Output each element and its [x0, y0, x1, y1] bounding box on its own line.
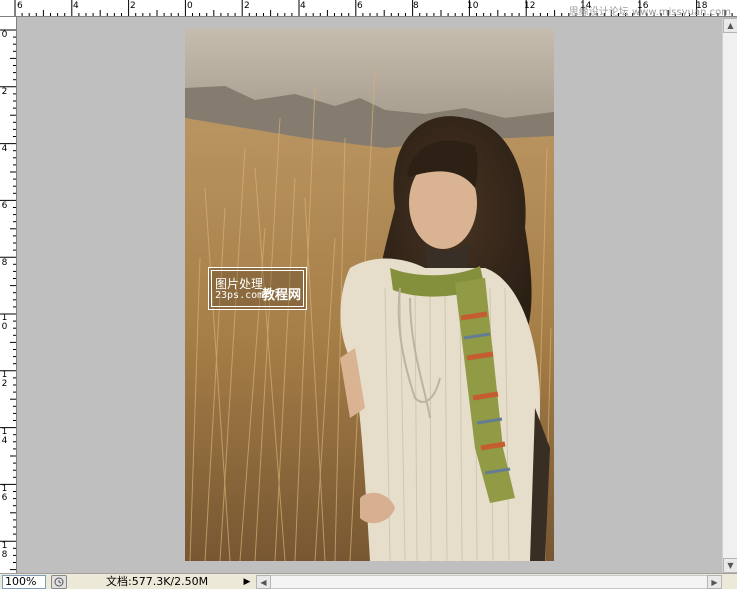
site-logo-stamp: 图片处理 23ps.com 教程网 — [208, 267, 307, 310]
scroll-right-icon[interactable]: ▶ — [707, 575, 722, 589]
ruler-top-label: 10 — [467, 1, 479, 11]
ruler-top-label: 2 — [130, 1, 136, 11]
ruler-left-label: 1 4 — [1, 427, 8, 446]
status-bar: 100% 文档:577.3K/2.50M ▶ ◀ ▶ — [0, 573, 737, 589]
ruler-left-label: 2 — [1, 87, 8, 97]
ruler-left-label: 1 8 — [1, 541, 8, 560]
ruler-left-label: 1 2 — [1, 370, 8, 389]
status-info-icon[interactable] — [51, 575, 67, 589]
scroll-down-icon[interactable]: ▼ — [723, 558, 737, 573]
clock-icon — [54, 577, 64, 587]
ruler-left-label: 8 — [1, 258, 8, 268]
ruler-left-label: 0 — [1, 30, 8, 40]
horizontal-scrollbar[interactable]: ◀ ▶ — [256, 575, 722, 589]
ruler-left-label: 1 0 — [1, 313, 8, 332]
scroll-up-icon[interactable]: ▲ — [723, 18, 737, 33]
vertical-scrollbar[interactable]: ▲ ▼ — [722, 18, 737, 573]
canvas-workspace[interactable] — [18, 18, 722, 573]
ruler-top-label: 0 — [187, 1, 193, 11]
logo-text-line2: 23ps.com — [215, 290, 264, 301]
triangle-right-icon[interactable]: ▶ — [240, 575, 254, 589]
site-watermark: 思缘设计论坛 www.missyuan.com — [568, 7, 731, 17]
ruler-left-label: 1 6 — [1, 484, 8, 503]
ruler-left-label: 6 — [1, 201, 8, 211]
ruler-top-label: 6 — [17, 1, 23, 11]
horizontal-ruler[interactable]: 6 4 2 0 2 4 6 8 10 12 14 16 18 思缘设计论坛 ww… — [0, 0, 737, 17]
logo-text-line3: 教程网 — [262, 288, 302, 303]
ruler-left-label: 4 — [1, 144, 8, 154]
ruler-top-label: 2 — [244, 1, 250, 11]
ruler-top-label: 4 — [73, 1, 79, 11]
photoshop-window: 6 4 2 0 2 4 6 8 10 12 14 16 18 思缘设计论坛 ww… — [0, 0, 737, 589]
vertical-ruler[interactable]: 0 2 4 6 8 1 0 1 2 1 4 1 6 1 8 — [0, 17, 17, 573]
ruler-top-label: 6 — [357, 1, 363, 11]
ruler-top-label: 12 — [524, 1, 536, 11]
scroll-left-icon[interactable]: ◀ — [256, 575, 271, 589]
zoom-level-field[interactable]: 100% — [2, 575, 46, 589]
document-size-info: 文档:577.3K/2.50M — [106, 575, 209, 588]
ruler-top-label: 8 — [413, 1, 419, 11]
ruler-top-label: 4 — [300, 1, 306, 11]
